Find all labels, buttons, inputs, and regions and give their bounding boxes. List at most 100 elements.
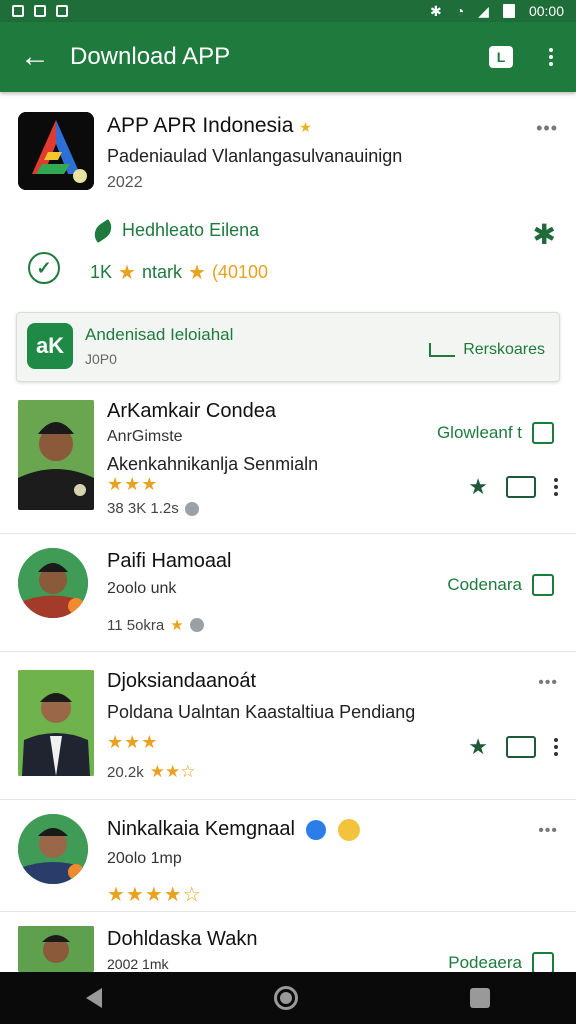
list-item[interactable]: ArKamkair Condea AnrGimste Akenkahnikanl…: [0, 386, 576, 534]
star-icon: ★: [170, 617, 184, 634]
message-notification-icon: [34, 5, 46, 17]
status-bar: ✱ ◔ ◢ 00:00: [0, 0, 576, 22]
more-vertical-button[interactable]: [554, 478, 558, 496]
item-name-text: Ninkalkaia Kemgnaal: [107, 818, 295, 840]
app-bar: ← Download APP L: [0, 22, 576, 92]
app-stats: 1K ★ ntark ★ (40100: [90, 260, 268, 285]
list-item[interactable]: Djoksiandaanoát ••• Poldana Ualntan Kaas…: [0, 652, 576, 800]
favorite-star-button[interactable]: ✱: [533, 218, 556, 251]
verified-badge-icon: [306, 819, 327, 840]
list-item[interactable]: Ninkalkaia Kemgnaal ••• 20olo 1mp ★★★★☆: [0, 800, 576, 912]
item-name: Paifi Hamoaal: [107, 550, 232, 572]
emoji-icon: [338, 818, 361, 841]
bluetooth-icon: ✱: [429, 2, 442, 19]
image-notification-icon: [12, 5, 24, 17]
star-icon: ★: [188, 262, 206, 284]
avatar: [18, 670, 94, 776]
back-button[interactable]: ←: [0, 40, 70, 74]
item-description: Akenkahnikanlja Senmialn: [107, 454, 319, 474]
banner-app-icon: aK: [27, 323, 73, 369]
download-label: Podeaera: [448, 953, 522, 972]
item-actions: ★: [468, 734, 558, 760]
star-button[interactable]: ★: [468, 474, 488, 500]
item-name: Ninkalkaia Kemgnaal: [107, 818, 361, 841]
item-subtitle: 2002 1mk: [107, 956, 169, 972]
banner-action-label: Rerskoares: [463, 341, 545, 358]
banner-title: Andenisad Ieloiahal: [85, 325, 234, 344]
banner-action-button[interactable]: Rerskoares: [429, 341, 545, 359]
chat-icon: L: [489, 46, 513, 68]
checkbox-icon: [532, 574, 554, 596]
share-button[interactable]: [506, 736, 536, 758]
item-meta: 38 3K 1.2s: [107, 500, 199, 517]
star-button[interactable]: ★: [468, 734, 488, 760]
download-button[interactable]: Podeaera: [448, 952, 554, 974]
star-icon: ★: [118, 262, 136, 284]
item-name: Djoksiandaanoát: [107, 670, 256, 692]
more-vertical-button[interactable]: [554, 738, 558, 756]
avatar: [18, 814, 88, 884]
list-item[interactable]: Dohldaska Wakn 2002 1mk Podeaera: [0, 912, 576, 974]
lock-notification-icon: [56, 5, 68, 17]
status-time: 00:00: [528, 3, 564, 19]
wifi-icon: ◔: [455, 3, 465, 19]
item-subtitle: 20olo 1mp: [107, 850, 182, 867]
item-meta-stars: ★★☆: [149, 762, 196, 781]
promo-banner[interactable]: aK Andenisad Ieloiahal J0P0 Rerskoares: [16, 312, 560, 382]
star-badge-icon: ★: [299, 119, 312, 135]
avatar: [18, 400, 94, 510]
item-more-button[interactable]: •••: [538, 674, 558, 692]
download-button[interactable]: Glowleanf t: [437, 422, 554, 444]
item-subtitle: AnrGimste: [107, 428, 183, 445]
item-meta-text: 38 3K 1.2s: [107, 500, 179, 517]
status-notification-icons: [12, 5, 68, 17]
item-rating: ★★★: [107, 732, 159, 752]
stat-count: 1K: [90, 262, 113, 282]
more-vertical-icon: [549, 48, 553, 66]
download-button[interactable]: Codenara: [447, 574, 554, 596]
item-name: ArKamkair Condea: [107, 400, 276, 422]
nav-home-button[interactable]: [274, 986, 298, 1010]
app-name: APP APR Indonesia ★: [107, 114, 312, 137]
item-description: Poldana Ualntan Kaastaltiua Pendiang: [107, 702, 416, 722]
download-label: Codenara: [447, 575, 522, 594]
app-subtitle: Padeniaulad Vlanlangasulvanauinign: [107, 146, 403, 166]
item-subtitle: 2oolo unk: [107, 580, 177, 597]
verified-check-icon: ✓: [28, 252, 60, 284]
item-meta: 11 5okra ★: [107, 616, 204, 634]
system-nav-bar: [0, 972, 576, 1024]
feature-text: Hedhleato Eilena: [122, 220, 260, 240]
download-label: Glowleanf t: [436, 423, 522, 442]
item-actions: ★: [468, 474, 558, 500]
app-header-card: APP APR Indonesia ★ Padeniaulad Vlanlang…: [0, 100, 576, 300]
app-logo: [18, 112, 94, 190]
app-year: 2022: [107, 174, 143, 191]
leaf-icon: [89, 218, 117, 243]
overflow-menu-button[interactable]: [526, 48, 576, 66]
item-name: Dohldaska Wakn: [107, 928, 258, 950]
globe-icon: [184, 501, 199, 516]
star-icon: ✱: [532, 219, 556, 250]
share-button[interactable]: [506, 476, 536, 498]
battery-icon: [502, 4, 515, 18]
item-meta-text: 11 5okra: [107, 616, 165, 634]
item-meta-text: 20.2k: [107, 763, 144, 781]
signal-icon: ◢: [478, 2, 489, 19]
stat-label: ntark: [141, 262, 182, 282]
feature-link[interactable]: Hedhleato Eilena: [89, 218, 260, 243]
list-item[interactable]: Paifi Hamoaal 2oolo unk 11 5okra ★ Coden…: [0, 534, 576, 652]
item-meta: 20.2k ★★☆: [107, 762, 195, 782]
nav-back-button[interactable]: [86, 988, 102, 1008]
stat-amount: (40100: [211, 262, 268, 282]
item-rating: ★★★★☆: [107, 884, 202, 906]
chat-button[interactable]: L: [476, 46, 526, 68]
arrow-left-icon: ←: [20, 40, 50, 73]
checkbox-icon: [532, 422, 554, 444]
header-more-button[interactable]: •••: [536, 118, 558, 139]
avatar: [18, 926, 94, 972]
nav-recents-button[interactable]: [470, 988, 490, 1008]
avatar: [18, 548, 88, 618]
item-more-button[interactable]: •••: [538, 822, 558, 840]
checkbox-icon: [532, 952, 554, 974]
globe-icon: [189, 618, 204, 632]
